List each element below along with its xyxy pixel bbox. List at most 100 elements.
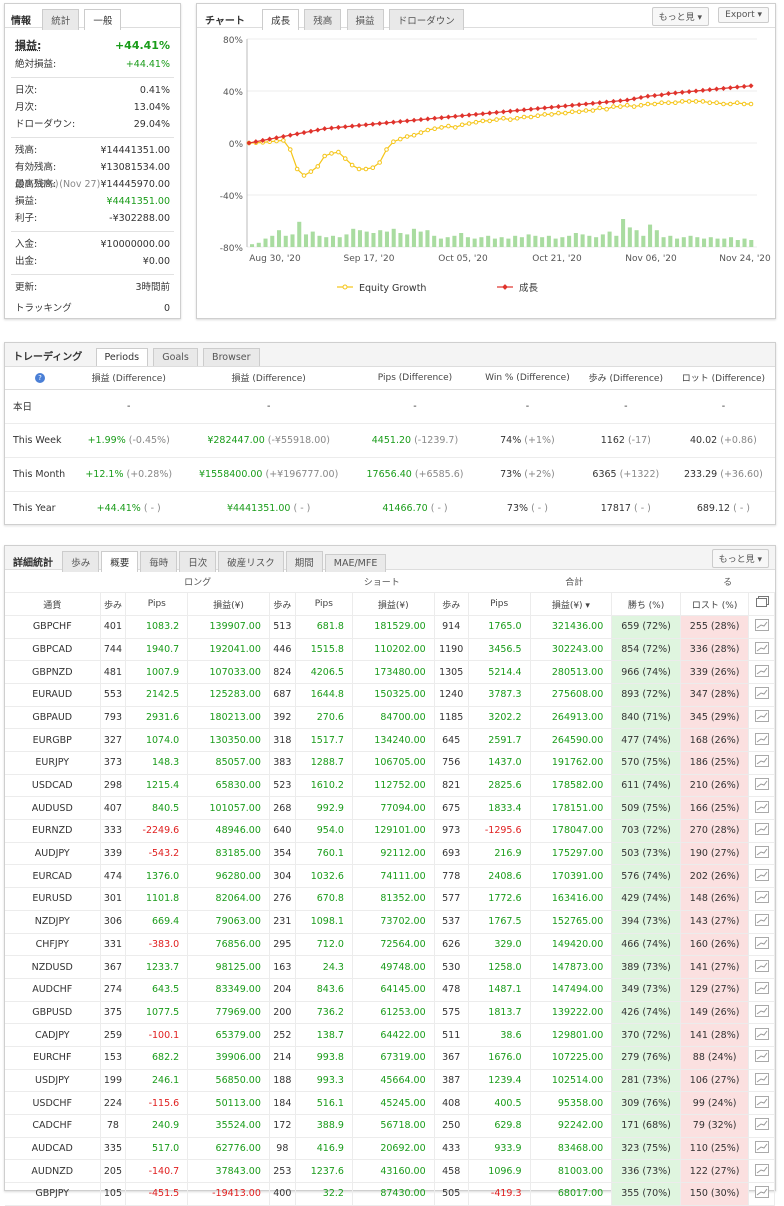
interest-value: -¥302288.00 [109,213,170,224]
cell: 224 [100,1091,127,1115]
help-icon[interactable]: ? [5,367,75,390]
col-header[interactable]: 損益(¥) ▾ [530,592,613,616]
cell: 575 [434,1001,469,1025]
volume-bar [661,237,666,247]
cell: 178151.00 [530,796,613,821]
chart-icon[interactable] [748,819,776,843]
period-label: This Year [5,491,75,526]
cell: 163416.00 [530,887,613,911]
cell: 626 [434,933,469,957]
series-point [500,109,506,115]
detail-tab[interactable]: 歩み [62,551,100,572]
cell: 210 (26%) [680,774,750,798]
chart-icon[interactable] [748,796,776,821]
series-point [700,99,706,104]
daily-label: 日次: [15,85,38,96]
period-cell: +12.1% (+0.28%) [75,457,183,492]
cell: 98125.00 [187,955,270,979]
volume-bar [276,230,282,247]
tab-browser[interactable]: Browser [203,348,260,366]
chart-icon[interactable] [748,660,776,684]
detail-tab[interactable]: MAE/MFE [324,554,387,572]
chart-icon[interactable] [748,751,776,775]
chart-icon[interactable] [748,842,776,866]
detail-tab[interactable]: 破産リスク [218,551,284,572]
detail-tab[interactable]: 日次 [179,551,217,572]
deposit-label: 入金: [15,239,38,250]
series-point [439,115,445,121]
cell: 74111.00 [352,864,435,889]
chart-icon[interactable] [748,1159,776,1184]
detail-more-button[interactable]: もっと見 ▾ [711,549,769,568]
cell: 474 [100,864,127,889]
tab-goals[interactable]: Goals [153,348,198,366]
interest-label: 利子: [15,213,38,224]
chart-icon[interactable] [748,706,776,730]
detail-tab[interactable]: 概要 [101,551,139,572]
chart-icon[interactable] [748,1137,776,1161]
table-row: NZDJPY 306 669.4 79063.00 231 1098.1 73702.00 5… [5,910,776,934]
series-point [673,100,678,105]
detail-tab[interactable]: 毎時 [140,551,178,572]
copy-icon[interactable] [748,592,776,616]
cell: 246.1 [125,1069,189,1093]
chart-icon[interactable] [748,1114,776,1138]
series-point [390,119,396,125]
series-point [741,101,747,107]
chart-icon[interactable] [748,1091,776,1115]
col-header: 勝ち (%) [611,592,681,616]
chart-icon[interactable] [748,887,776,911]
equity-row: 有効残高: (90.58%) ¥13081534.00 [5,159,180,190]
legend-label[interactable]: 成長 [519,282,539,294]
cell: EURCAD [5,864,101,889]
tab-balance[interactable]: 残高 [304,9,342,30]
chart-icon[interactable] [748,728,776,752]
chart-icon[interactable] [748,615,776,639]
chart-icon[interactable] [748,1023,776,1047]
tab-profit[interactable]: 損益 [346,9,384,30]
cell: 78 [100,1114,127,1138]
series-point [452,113,458,119]
chart-icon[interactable] [748,910,776,934]
detail-title: 詳細統計 [13,558,53,569]
tab-stats[interactable]: 統計 [42,9,80,30]
cell: 295 [269,933,296,957]
tab-growth[interactable]: 成長 [262,9,300,30]
more-button[interactable]: もっと見 ▾ [651,7,709,26]
chart-icon[interactable] [748,1046,776,1070]
trading-table: ? 損益 (Difference) 損益 (Difference) Pips (Dif… [5,367,775,526]
chart-icon[interactable] [748,978,776,1002]
chart-icon[interactable] [748,1182,776,1206]
period-cell: 17656.40 (+6585.6) [354,457,476,492]
cell: 1940.7 [125,638,189,662]
chart-icon[interactable] [748,933,776,957]
cell: EURCHF [5,1046,101,1070]
cell: 511 [434,1023,469,1047]
chart-icon[interactable] [748,864,776,889]
chart-icon[interactable] [748,1069,776,1093]
abs-profit-row: 絶対損益: +44.41% [5,56,180,73]
tab-drawdown[interactable]: ドローダウン [388,9,464,30]
cell: 149420.00 [530,933,613,957]
chart-icon[interactable] [748,1001,776,1025]
cell: EURJPY [5,751,101,775]
chart-icon[interactable] [748,774,776,798]
series-point [397,119,403,125]
chart-icon[interactable] [748,638,776,662]
tab-periods[interactable]: Periods [95,348,149,366]
group-extra: る [680,570,775,594]
cell: 178047.00 [530,819,613,843]
group-total: 合計 [468,570,681,594]
chart-icon[interactable] [748,683,776,707]
cell: EURUSD [5,887,101,911]
export-button[interactable]: Export ▾ [718,7,769,23]
cell: 101057.00 [187,796,270,821]
detail-tab[interactable]: 期間 [285,551,323,572]
legend-label[interactable]: Equity Growth [359,283,426,294]
cell: 125283.00 [187,683,270,707]
chart-icon[interactable] [748,955,776,979]
series-point [686,89,692,95]
series-point [741,83,747,89]
tab-general[interactable]: 一般 [84,9,122,30]
cell: 35524.00 [187,1114,270,1138]
